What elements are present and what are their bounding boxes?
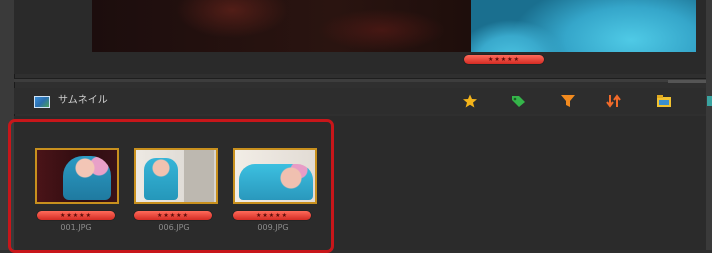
thumbnail[interactable]	[35, 148, 119, 204]
panel-divider[interactable]	[14, 78, 706, 82]
photo-subject	[471, 0, 696, 52]
thumbnail-image	[63, 156, 111, 200]
folder-icon[interactable]	[656, 94, 672, 108]
panel-title: サムネイル	[58, 95, 108, 106]
thumbnail-filename: 009.JPG	[257, 223, 289, 232]
sort-icon[interactable]	[606, 94, 622, 108]
tag-icon[interactable]	[510, 94, 526, 108]
thumbnail-image	[184, 150, 214, 202]
window-right-edge	[706, 0, 712, 250]
thumbnail-image	[239, 164, 313, 200]
thumbnail-rating[interactable]: ★★★★★	[233, 211, 311, 220]
star-icon[interactable]	[462, 94, 478, 108]
thumbnail-toolbar: サムネイル	[14, 88, 712, 114]
thumbnail[interactable]	[134, 148, 218, 204]
scrollbar-thumb[interactable]	[668, 80, 706, 83]
main-viewer	[14, 0, 706, 74]
thumbnail-filename: 006.JPG	[158, 223, 190, 232]
thumbnail[interactable]	[233, 148, 317, 204]
thumbnail-filename: 001.JPG	[60, 223, 92, 232]
main-photo[interactable]	[92, 0, 696, 52]
filter-icon[interactable]	[560, 94, 576, 108]
toolbar-overflow-icon[interactable]	[702, 94, 712, 108]
thumbnail-panel-icon	[34, 96, 50, 108]
main-photo-rating[interactable]: ★★★★★	[464, 55, 544, 64]
thumbnail-image	[144, 158, 178, 200]
thumbnail-rating[interactable]: ★★★★★	[134, 211, 212, 220]
thumbnail-rating[interactable]: ★★★★★	[37, 211, 115, 220]
